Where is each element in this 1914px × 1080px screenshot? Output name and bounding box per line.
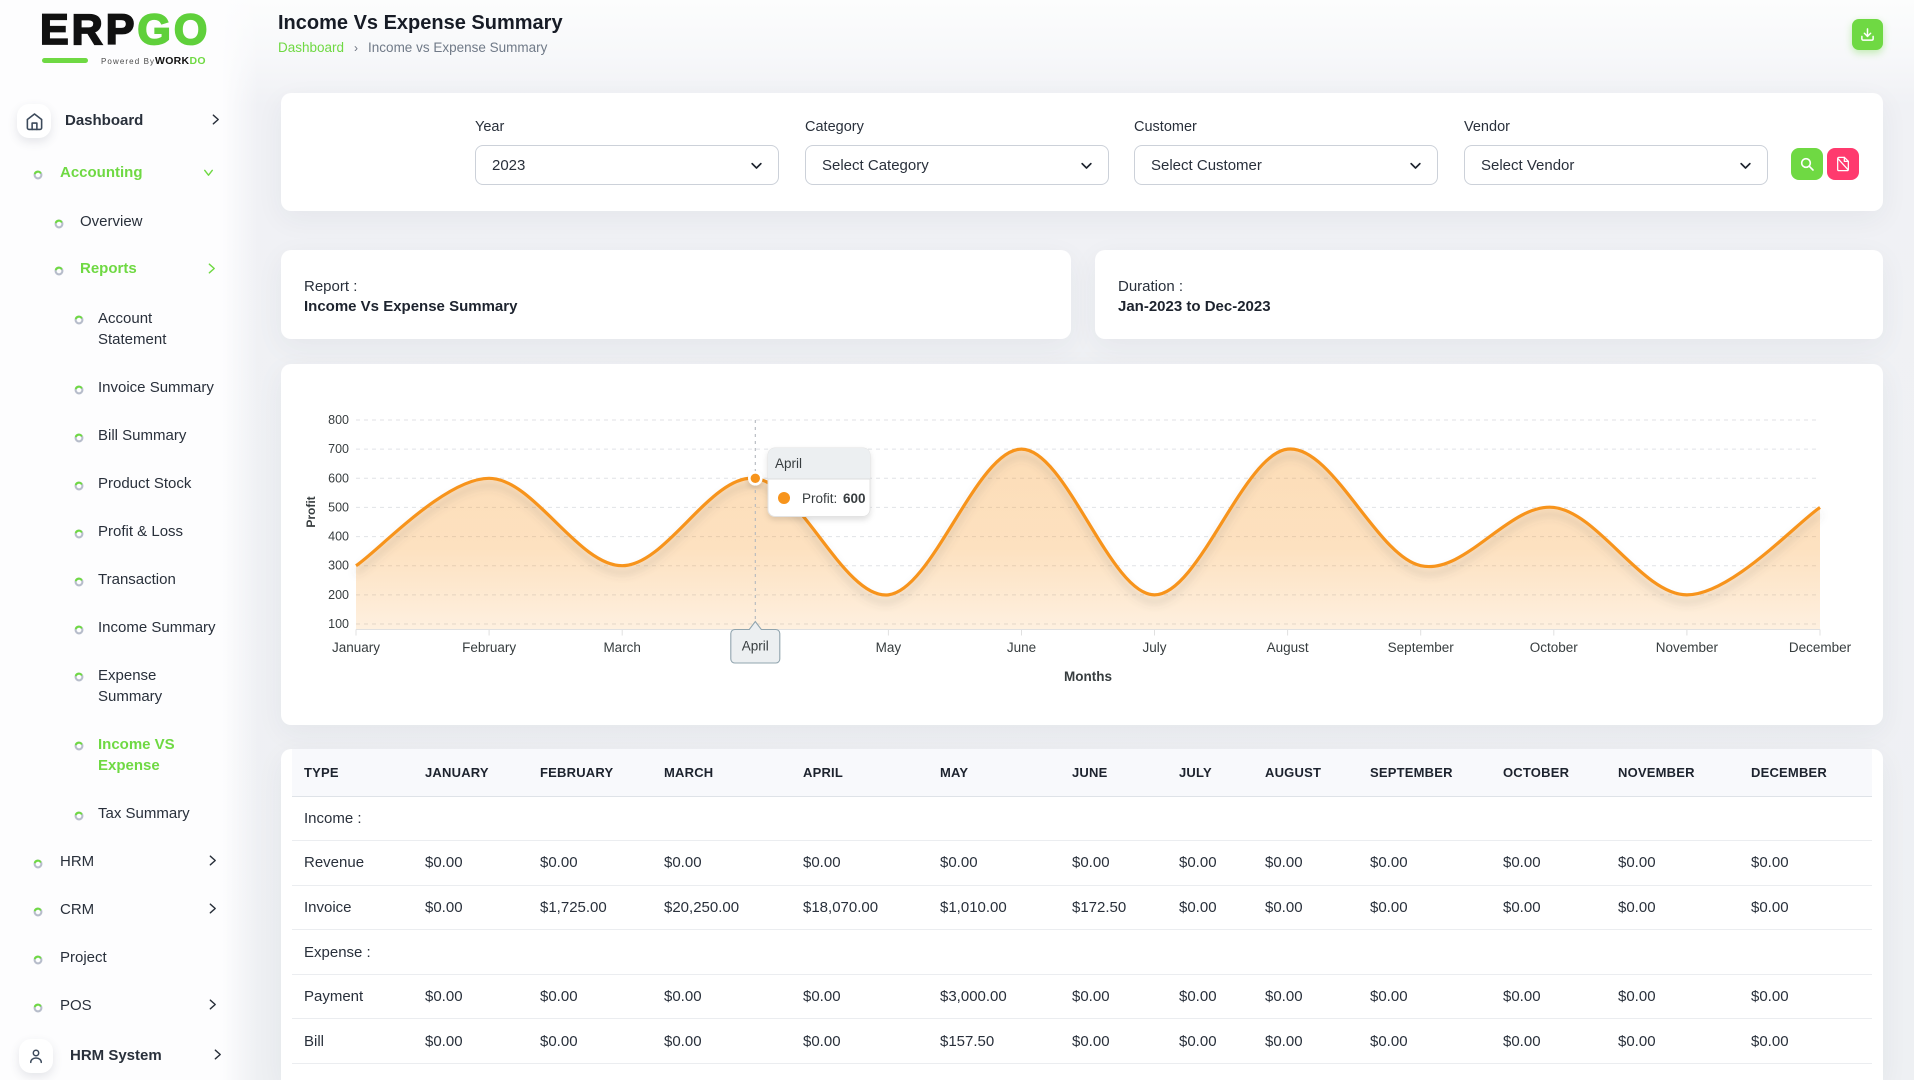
svg-text:April: April — [742, 639, 769, 654]
svg-text:May: May — [876, 640, 902, 655]
svg-text:200: 200 — [328, 588, 349, 602]
svg-text:December: December — [1789, 640, 1852, 655]
svg-text:600: 600 — [843, 491, 866, 506]
svg-text:June: June — [1007, 640, 1036, 655]
svg-text:Months: Months — [1064, 669, 1112, 684]
svg-text:February: February — [462, 640, 516, 655]
svg-text:800: 800 — [328, 413, 349, 427]
svg-text:Profit: Profit — [304, 496, 318, 527]
svg-text:400: 400 — [328, 530, 349, 544]
svg-text:August: August — [1267, 640, 1309, 655]
svg-text:700: 700 — [328, 442, 349, 456]
svg-text:September: September — [1388, 640, 1455, 655]
svg-text:April: April — [775, 456, 802, 471]
svg-text:July: July — [1142, 640, 1166, 655]
svg-text:November: November — [1656, 640, 1719, 655]
svg-text:500: 500 — [328, 500, 349, 514]
svg-text:Profit:: Profit: — [802, 491, 837, 506]
svg-text:January: January — [332, 640, 380, 655]
svg-text:600: 600 — [328, 471, 349, 485]
svg-text:100: 100 — [328, 617, 349, 631]
svg-text:300: 300 — [328, 559, 349, 573]
svg-text:March: March — [603, 640, 641, 655]
svg-text:October: October — [1530, 640, 1579, 655]
